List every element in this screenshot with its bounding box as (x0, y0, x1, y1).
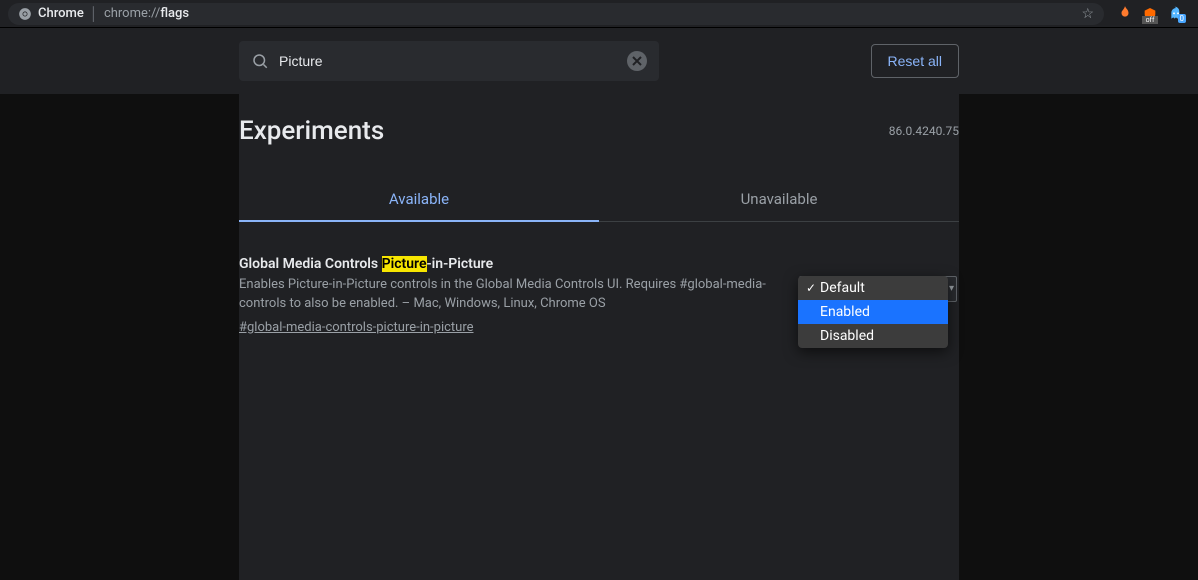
chrome-logo-icon (18, 7, 32, 21)
flag-control: ▾ ✓ Default Enabled Disabled (799, 256, 959, 335)
chrome-version: 86.0.4240.75 (889, 124, 959, 138)
dropdown-option-disabled[interactable]: Disabled (798, 324, 948, 348)
search-icon (251, 52, 269, 70)
flag-row: Global Media Controls Picture-in-Picture… (239, 222, 959, 335)
search-input[interactable] (279, 53, 627, 69)
flag-dropdown: ✓ Default Enabled Disabled (798, 276, 948, 348)
flags-toolbar: Reset all (0, 28, 1198, 94)
flag-title-post: -in-Picture (427, 256, 494, 272)
dropdown-option-default[interactable]: ✓ Default (798, 276, 948, 300)
address-separator: │ (90, 6, 98, 22)
omnibox[interactable]: Chrome │ chrome://flags ☆ (8, 3, 1104, 25)
extension-ghost-icon[interactable]: 0 (1168, 6, 1184, 22)
tab-unavailable[interactable]: Unavailable (599, 178, 959, 221)
url-scheme: chrome:// (104, 6, 160, 21)
flag-text: Global Media Controls Picture-in-Picture… (239, 256, 799, 335)
chevron-down-icon: ▾ (949, 283, 954, 294)
flag-title-highlight: Picture (382, 256, 427, 272)
browser-name: Chrome (38, 6, 84, 21)
bookmark-star-icon[interactable]: ☆ (1081, 6, 1094, 22)
experiments-panel: Experiments 86.0.4240.75 Available Unava… (239, 94, 959, 580)
dropdown-option-label: Enabled (820, 304, 870, 320)
search-box[interactable] (239, 41, 659, 81)
url-path: flags (160, 6, 189, 21)
check-icon: ✓ (804, 281, 818, 295)
clear-search-icon[interactable] (627, 51, 647, 71)
dropdown-option-label: Disabled (820, 328, 874, 344)
address-bar: Chrome │ chrome://flags ☆ off 0 (0, 0, 1198, 28)
extension-off-icon[interactable]: off (1142, 6, 1158, 22)
reset-all-button[interactable]: Reset all (871, 44, 959, 78)
page-body: Reset all Experiments 86.0.4240.75 Avail… (0, 28, 1198, 580)
dropdown-option-enabled[interactable]: Enabled (798, 300, 948, 324)
flag-description: Enables Picture-in-Picture controls in t… (239, 276, 783, 314)
tab-available[interactable]: Available (239, 178, 599, 222)
page-title: Experiments (239, 116, 384, 146)
dropdown-option-label: Default (820, 280, 865, 296)
extension-off-badge: off (1142, 16, 1158, 24)
flag-hash-link[interactable]: #global-media-controls-picture-in-pictur… (239, 320, 474, 335)
extension-icons: off 0 (1112, 5, 1190, 23)
extension-flame-icon[interactable] (1118, 5, 1132, 23)
flag-title: Global Media Controls Picture-in-Picture (239, 256, 783, 272)
extension-badge-count: 0 (1178, 14, 1187, 23)
tabs: Available Unavailable (239, 178, 959, 222)
flag-title-pre: Global Media Controls (239, 256, 382, 272)
